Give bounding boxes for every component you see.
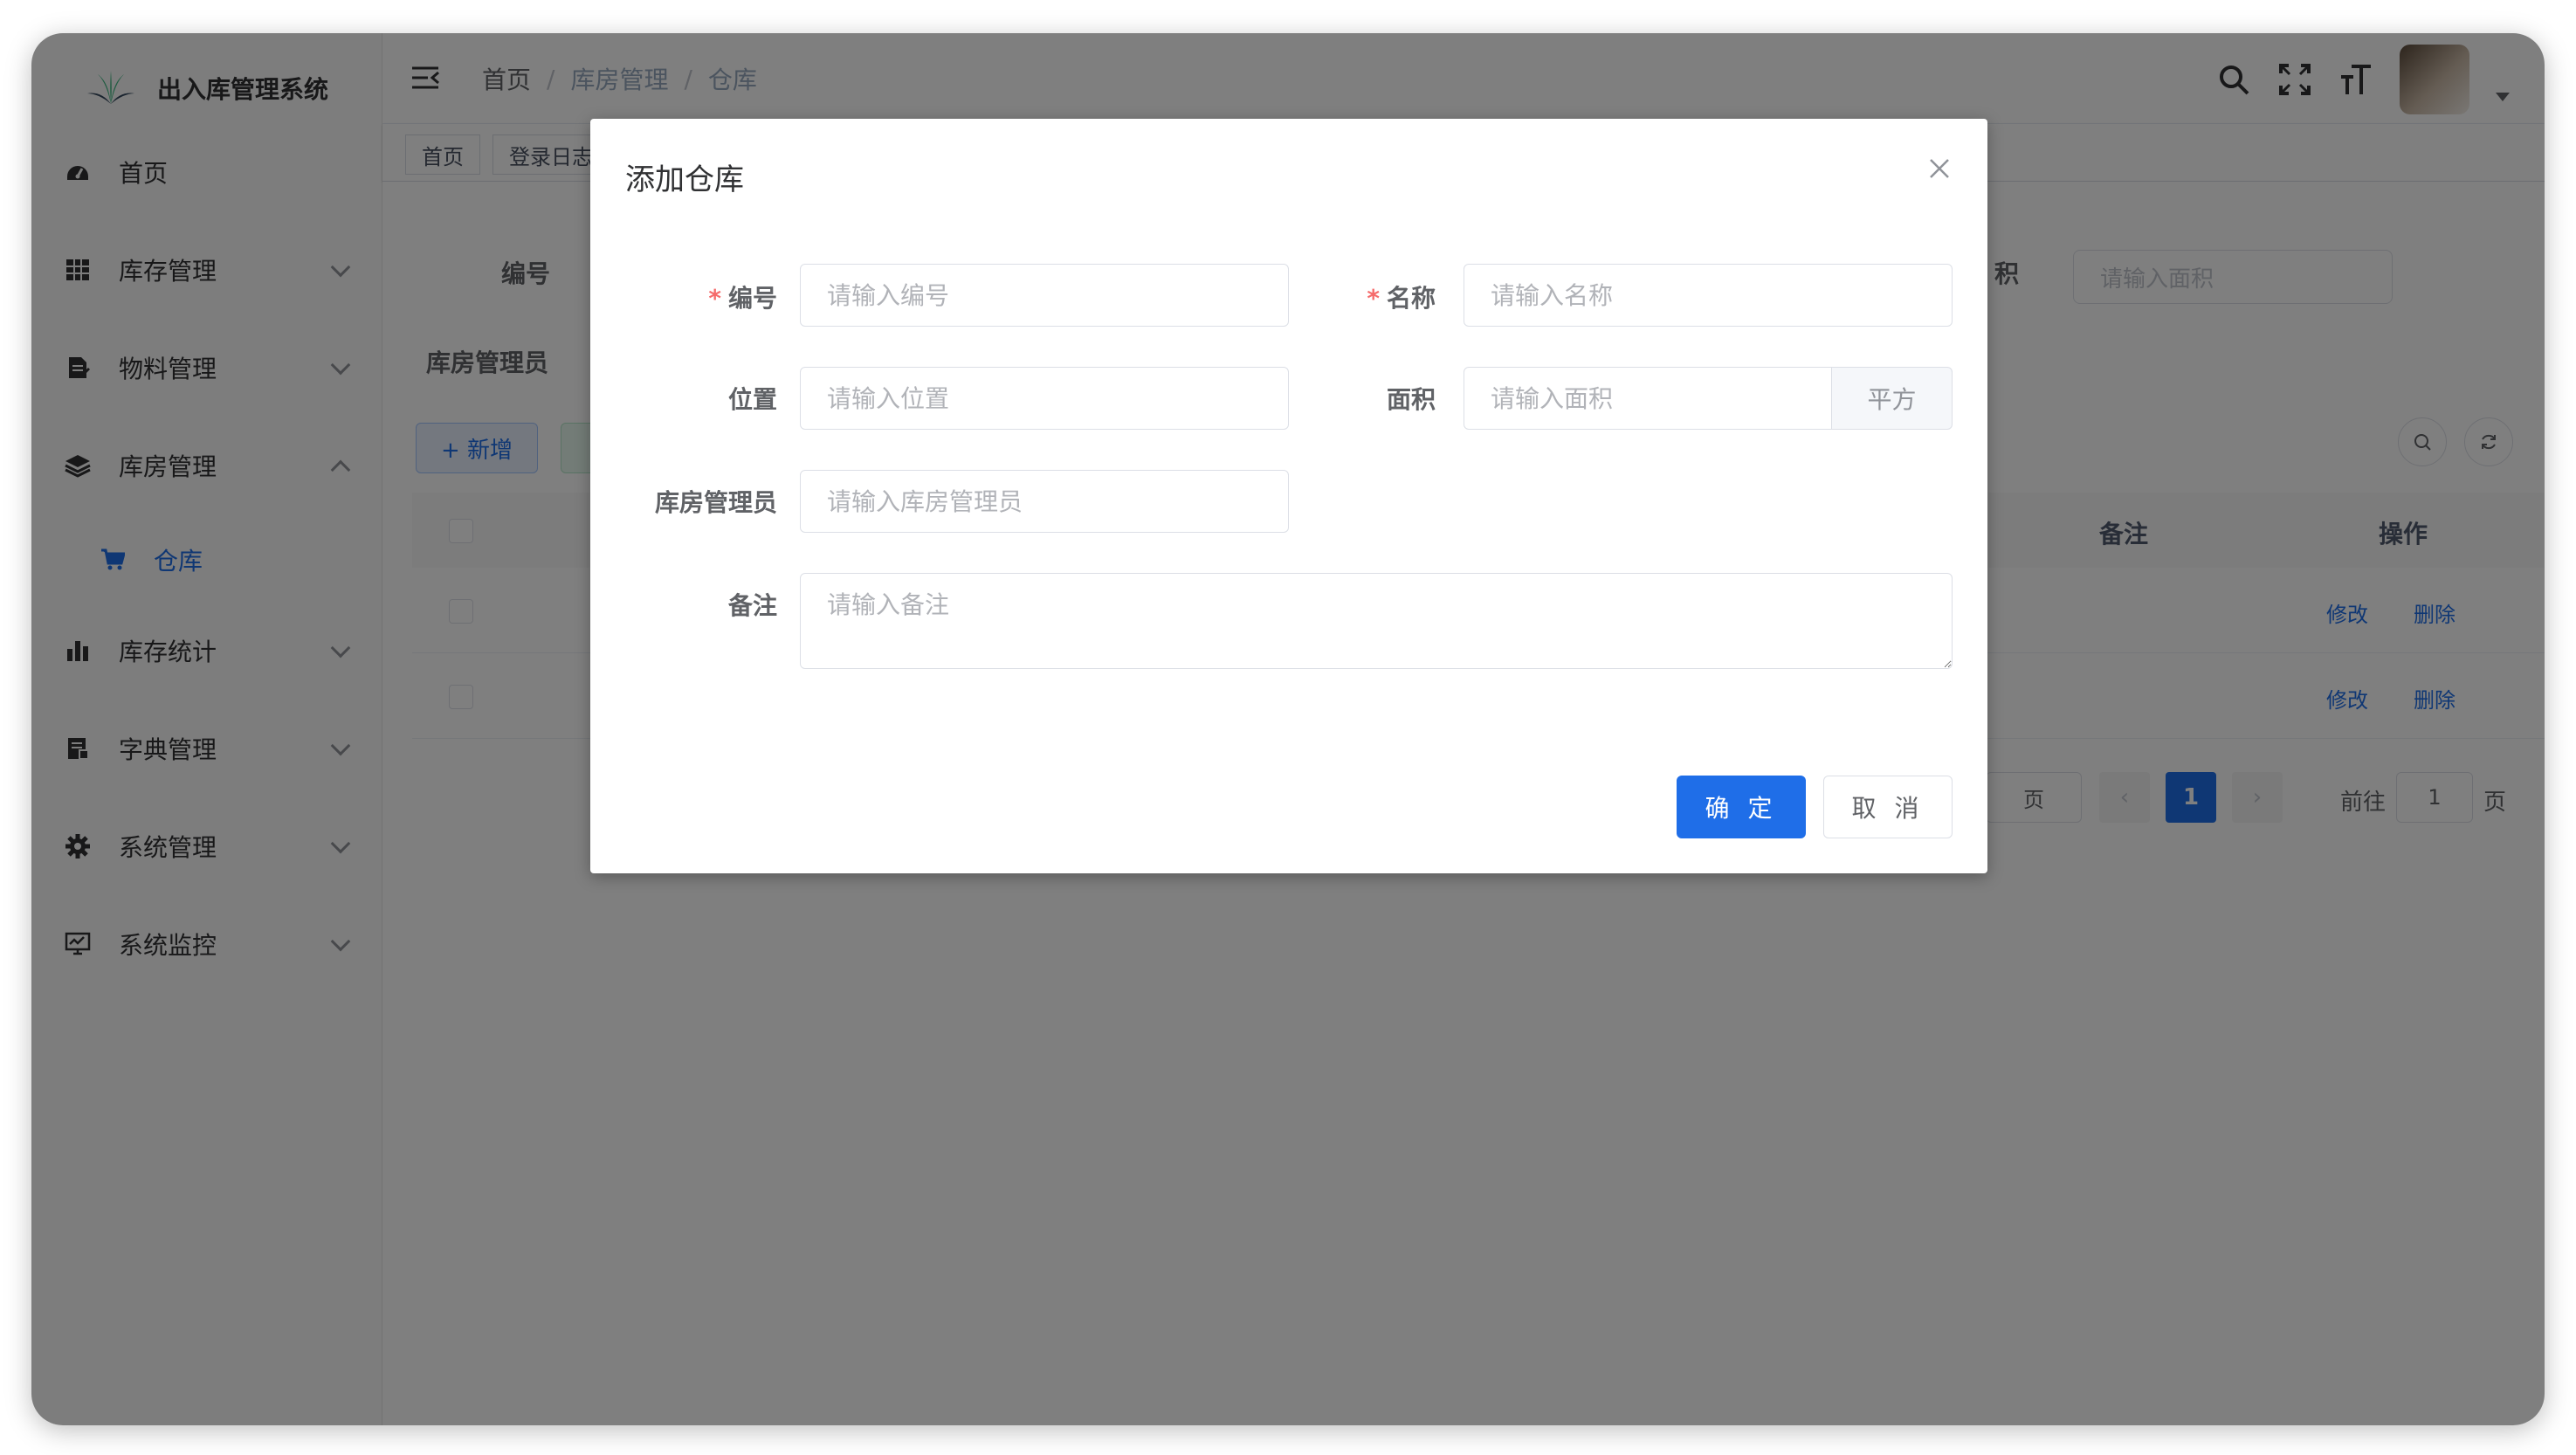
code-input[interactable] — [800, 264, 1289, 327]
required-mark: * — [1367, 284, 1380, 313]
location-label: 位置 — [727, 385, 777, 414]
area-label: 面积 — [1386, 385, 1436, 414]
name-label: * 名称 — [1367, 284, 1436, 313]
manager-label: 库房管理员 — [654, 488, 777, 517]
remark-textarea[interactable] — [800, 573, 1953, 669]
close-icon[interactable] — [1928, 157, 1951, 180]
area-unit: 平方 — [1832, 367, 1953, 430]
required-mark: * — [708, 284, 721, 313]
remark-label: 备注 — [727, 591, 777, 620]
cancel-button[interactable]: 取 消 — [1823, 776, 1953, 838]
app-window: 出入库管理系统 首页 库存管理 物料管理 库房管理 — [31, 33, 2545, 1425]
confirm-button[interactable]: 确 定 — [1677, 776, 1806, 838]
dialog-title: 添加仓库 — [625, 162, 744, 197]
name-input[interactable] — [1464, 264, 1953, 327]
area-input[interactable] — [1464, 367, 1832, 430]
code-label: * 编号 — [708, 284, 777, 313]
location-input[interactable] — [800, 367, 1289, 430]
add-warehouse-dialog: 添加仓库 *编号 *名称 位置 面积 平方 库房管理员 备注 确 定 取 消 — [590, 119, 1987, 873]
manager-input[interactable] — [800, 470, 1289, 533]
